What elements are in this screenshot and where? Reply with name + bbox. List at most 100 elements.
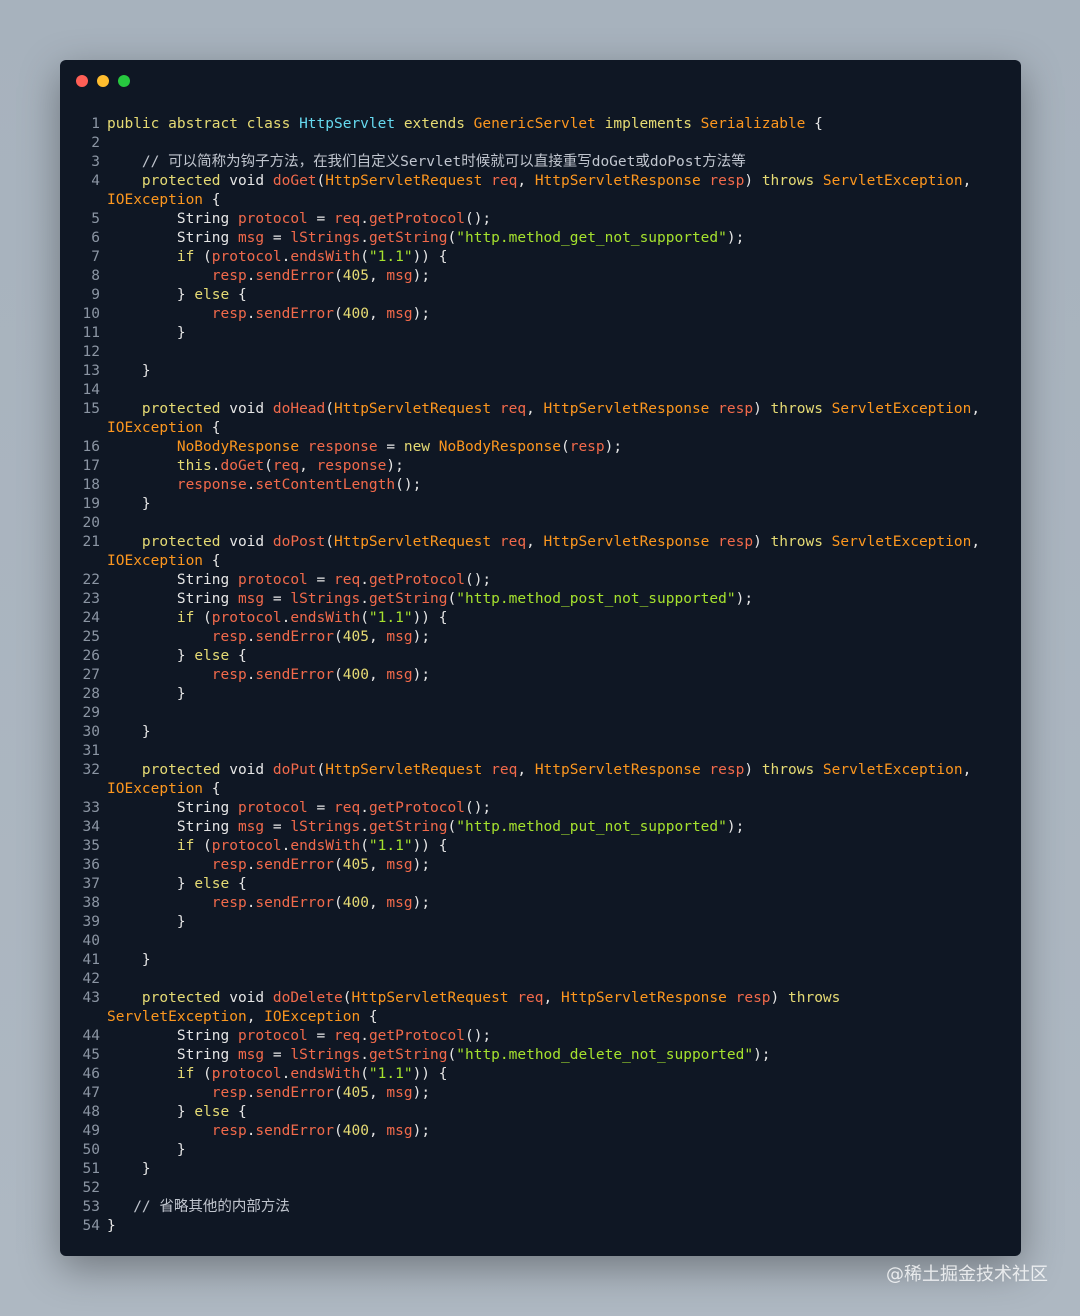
code-token: protected: [107, 534, 230, 550]
code-text: } else {: [100, 647, 1008, 666]
code-token: protocol: [211, 610, 282, 626]
code-token: req: [491, 173, 518, 189]
code-token: );: [726, 230, 745, 246]
line-number: 39: [82, 914, 100, 930]
code-token: (: [334, 1085, 343, 1101]
code-text: if (protocol.endsWith("1.1")) {: [100, 1065, 1008, 1084]
code-token: {: [211, 781, 221, 797]
code-token: (: [360, 249, 369, 265]
code-token: req: [272, 458, 300, 474]
minimize-dot-icon[interactable]: [97, 75, 109, 87]
code-token: ,: [526, 534, 544, 550]
code-token: (: [316, 173, 326, 189]
code-line: 12: [76, 343, 1008, 362]
code-token: (: [325, 534, 334, 550]
code-token: resp: [107, 306, 247, 322]
code-token: // 可以简称为钩子方法，在我们自定义Servlet时候就可以直接重写doGet…: [107, 154, 746, 170]
code-token: );: [412, 895, 431, 911]
line-number: 49: [82, 1123, 100, 1139]
code-text: } else {: [100, 286, 1008, 305]
code-token: )) {: [412, 610, 448, 626]
code-line: 37 } else {: [76, 875, 1008, 894]
code-line: 3 // 可以简称为钩子方法，在我们自定义Servlet时候就可以直接重写doG…: [76, 153, 1008, 172]
code-token: sendError: [255, 667, 334, 683]
code-token: extends: [403, 116, 474, 132]
code-token: .: [360, 230, 369, 246]
code-line: 15 protected void doHead(HttpServletRequ…: [76, 400, 1008, 419]
code-token: ,: [526, 401, 544, 417]
line-number: 9: [91, 287, 100, 303]
code-line: 38 resp.sendError(400, msg);: [76, 894, 1008, 913]
code-text: protected void doDelete(HttpServletReque…: [100, 989, 1008, 1008]
code-token: );: [735, 591, 754, 607]
line-number: 8: [91, 268, 100, 284]
line-number: 6: [91, 230, 100, 246]
code-text: IOException {: [100, 419, 1008, 438]
code-text: resp.sendError(405, msg);: [100, 856, 1008, 875]
code-token: sendError: [255, 268, 334, 284]
code-text: }: [100, 495, 1008, 514]
code-token: req: [499, 401, 527, 417]
code-block: 1 public abstract class HttpServlet exten…: [76, 115, 1008, 1236]
code-token: msg: [386, 306, 413, 322]
code-token: 405: [342, 857, 369, 873]
line-number: 21: [82, 534, 100, 550]
line-number: 52: [82, 1180, 100, 1196]
line-number: 45: [82, 1047, 100, 1063]
code-text: String msg = lStrings.getString("http.me…: [100, 229, 1008, 248]
code-token: req: [491, 762, 518, 778]
code-token: ,: [368, 1085, 387, 1101]
code-line: 45 String msg = lStrings.getString("http…: [76, 1046, 1008, 1065]
code-token: resp: [107, 895, 247, 911]
code-line: 36 resp.sendError(405, msg);: [76, 856, 1008, 875]
code-line: 5 String protocol = req.getProtocol();: [76, 210, 1008, 229]
code-token: msg: [237, 819, 265, 835]
code-line: 17 this.doGet(req, response);: [76, 457, 1008, 476]
code-token: HttpServletResponse: [534, 173, 710, 189]
code-token: {: [211, 420, 221, 436]
code-token: "1.1": [368, 610, 413, 626]
maximize-dot-icon[interactable]: [118, 75, 130, 87]
code-token: }: [107, 952, 151, 968]
code-token: =: [264, 230, 291, 246]
code-text: }: [100, 951, 1008, 970]
close-dot-icon[interactable]: [76, 75, 88, 87]
code-token: protected: [107, 990, 230, 1006]
code-token: resp: [107, 629, 247, 645]
code-token: response: [316, 458, 387, 474]
code-token: "http.method_get_not_supported": [456, 230, 727, 246]
code-text: // 可以简称为钩子方法，在我们自定义Servlet时候就可以直接重写doGet…: [100, 153, 1008, 172]
code-token: {: [237, 287, 247, 303]
line-number: 47: [82, 1085, 100, 1101]
line-number: 48: [82, 1104, 100, 1120]
code-line: 41 }: [76, 951, 1008, 970]
code-line: 6 String msg = lStrings.getString("http.…: [76, 229, 1008, 248]
code-line: 4 protected void doGet(HttpServletReques…: [76, 172, 1008, 191]
code-token: msg: [237, 230, 265, 246]
code-token: }: [107, 1218, 116, 1234]
code-token: )) {: [412, 249, 448, 265]
code-text: IOException {: [100, 780, 1008, 799]
code-token: (: [334, 667, 343, 683]
code-line: 43 protected void doDelete(HttpServletRe…: [76, 989, 1008, 1008]
code-token: throws: [761, 173, 823, 189]
code-token: );: [412, 1085, 431, 1101]
code-text: String msg = lStrings.getString("http.me…: [100, 590, 1008, 609]
code-token: );: [412, 1123, 431, 1139]
line-number: 23: [82, 591, 100, 607]
code-line: 20: [76, 514, 1008, 533]
code-token: (: [334, 1123, 343, 1139]
code-line: 27 resp.sendError(400, msg);: [76, 666, 1008, 685]
code-token: HttpServletRequest: [334, 401, 500, 417]
code-line: 54}: [76, 1217, 1008, 1236]
code-token: );: [412, 306, 431, 322]
code-line: 49 resp.sendError(400, msg);: [76, 1122, 1008, 1141]
code-token: (: [334, 857, 343, 873]
code-token: (: [203, 1066, 212, 1082]
code-token: =: [307, 800, 334, 816]
code-text: resp.sendError(400, msg);: [100, 666, 1008, 685]
code-token: endsWith: [290, 610, 361, 626]
code-line: 0IOException {: [76, 191, 1008, 210]
